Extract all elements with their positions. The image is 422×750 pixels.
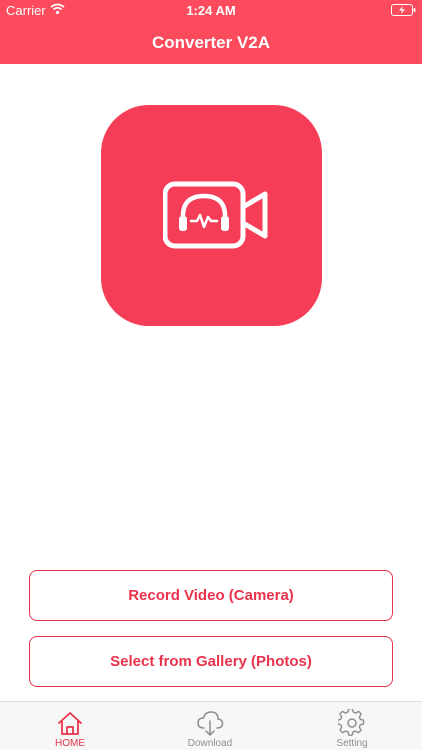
- record-video-button[interactable]: Record Video (Camera): [29, 570, 393, 621]
- select-gallery-button[interactable]: Select from Gallery (Photos): [29, 636, 393, 687]
- tab-home-label: HOME: [55, 738, 85, 749]
- status-bar: Carrier 1:24 AM: [0, 0, 422, 20]
- status-time: 1:24 AM: [186, 3, 236, 18]
- home-icon: [58, 712, 82, 735]
- tab-bar: HOME Download Setting: [0, 701, 422, 750]
- tab-home[interactable]: HOME: [0, 702, 140, 750]
- page-title: Converter V2A: [151, 33, 271, 52]
- tab-download[interactable]: Download: [140, 702, 280, 750]
- cloud-download-icon: [197, 711, 224, 736]
- video-audio-camera-icon: [163, 181, 268, 249]
- tab-setting-label: Setting: [336, 738, 368, 749]
- nav-header: Carrier 1:24 AM Converter V2A: [0, 0, 422, 64]
- tab-setting[interactable]: Setting: [282, 702, 422, 750]
- app-logo: [101, 105, 322, 326]
- battery-icon: [391, 4, 416, 16]
- gear-icon: [338, 709, 365, 736]
- tab-download-label: Download: [187, 738, 233, 749]
